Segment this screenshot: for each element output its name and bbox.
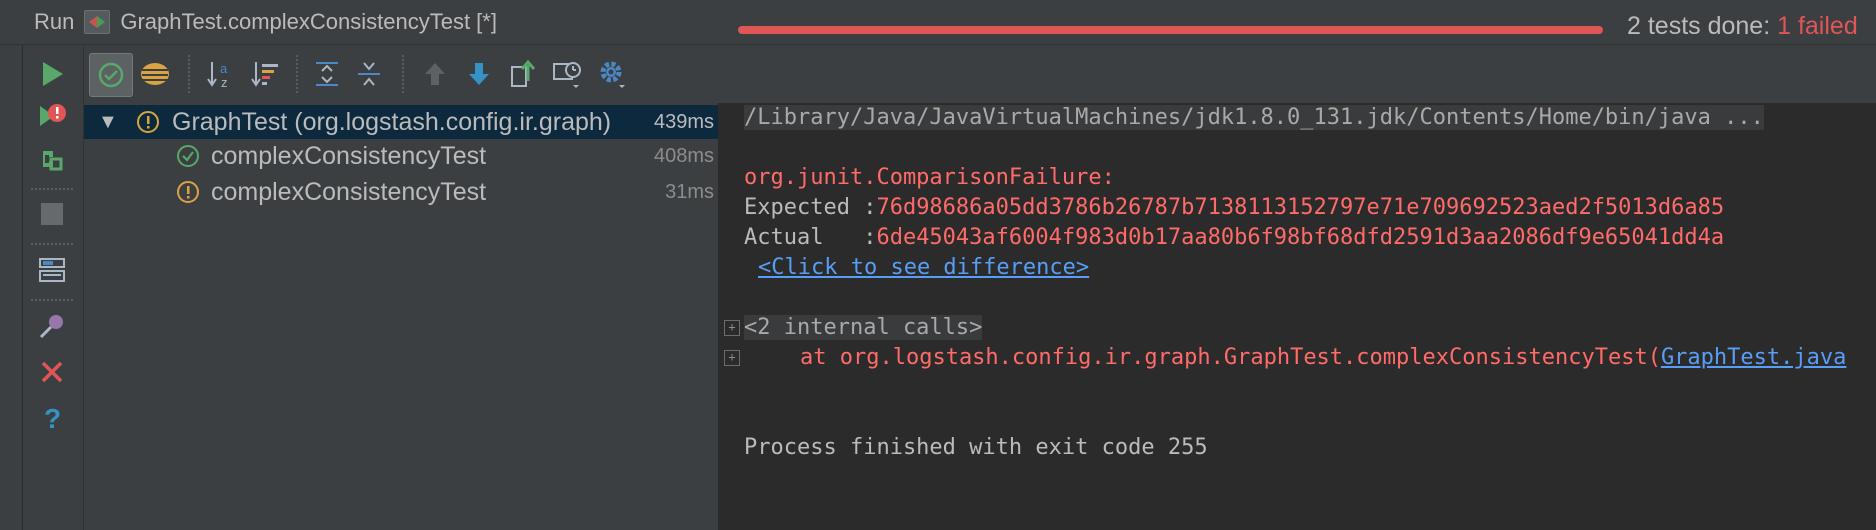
test-case-name: complexConsistencyTest (211, 177, 487, 206)
svg-text:?: ? (44, 403, 61, 433)
failure-class: org.junit.ComparisonFailure: (744, 165, 1115, 190)
stop-icon (41, 203, 63, 225)
internal-calls-fold[interactable]: <2 internal calls> (744, 315, 983, 340)
test-tree: ▼ GraphTest (org.logstash.config.ir.grap… (84, 103, 720, 530)
tests-done-text: 2 tests done: (1627, 12, 1778, 40)
test-duration: 408ms (653, 144, 714, 167)
export-icon (511, 59, 536, 87)
toggle-auto-test-button[interactable] (33, 141, 71, 179)
source-file-link[interactable]: GraphTest.java (1661, 345, 1846, 370)
warning-icon (137, 111, 159, 133)
console-output[interactable]: /Library/Java/JavaVirtualMachines/jdk1.8… (720, 103, 1876, 530)
run-configuration-tab[interactable]: GraphTest.complexConsistencyTest [*] (120, 9, 497, 35)
export-results-button[interactable] (502, 53, 544, 95)
sort-alphabetically-button[interactable]: a z (200, 53, 242, 95)
vertical-toolbar: ? (23, 45, 84, 530)
pin-tab-button[interactable] (33, 307, 71, 345)
fold-expand-icon[interactable]: + (724, 320, 740, 336)
stop-button[interactable] (33, 195, 71, 233)
expand-all-button[interactable] (306, 53, 348, 95)
settings-button[interactable] (592, 53, 634, 95)
test-duration: 31ms (665, 180, 714, 203)
actual-value: 6de45043af6004f983d0b17aa80b6f98bf68dfd2… (876, 225, 1725, 250)
arrow-down-icon (469, 63, 489, 85)
layout-icon (39, 258, 65, 282)
history-icon (553, 62, 581, 88)
toolbar-separator (188, 55, 190, 93)
collapse-all-icon (358, 62, 380, 86)
expected-value: 76d98686a05dd3786b26787b7138113152797e71… (876, 195, 1725, 220)
sort-duration-icon (251, 62, 278, 87)
test-runner-toolbar: a z (84, 45, 1876, 103)
toolbar-separator (31, 243, 73, 245)
exit-message: Process finished with exit code 255 (744, 435, 1208, 460)
play-icon (43, 62, 63, 86)
help-icon: ? (44, 403, 61, 433)
test-status-summary: 2 tests done: 1 failed (1627, 12, 1858, 41)
ignored-filter-icon (141, 63, 169, 85)
test-case-row[interactable]: complexConsistencyTest 408ms (84, 139, 718, 173)
svg-text:z: z (221, 75, 228, 90)
test-duration: 439ms (653, 110, 714, 133)
failed-count-text: 1 failed (1777, 12, 1858, 40)
passed-filter-icon (98, 62, 124, 88)
rerun-failed-icon (40, 104, 66, 126)
actual-label: Actual : (744, 225, 877, 250)
sort-by-duration-button[interactable] (244, 53, 286, 95)
test-case-name: complexConsistencyTest (211, 141, 487, 170)
toolbar-separator (31, 299, 73, 301)
toolbar-separator (31, 188, 73, 190)
passed-icon (177, 145, 199, 167)
collapse-all-button[interactable] (348, 53, 390, 95)
show-passed-button[interactable] (89, 53, 133, 97)
expected-line: Expected :76d98686a05dd3786b26787b713811… (744, 195, 1724, 220)
help-button[interactable]: ? (33, 399, 71, 437)
test-suite-row[interactable]: ▼ GraphTest (org.logstash.config.ir.grap… (84, 105, 718, 139)
diff-link-line: <Click to see difference> (758, 255, 1089, 280)
expand-arrow-icon[interactable]: ▼ (98, 111, 118, 134)
rerun-button[interactable] (33, 55, 71, 93)
test-case-row[interactable]: complexConsistencyTest 31ms (84, 175, 718, 209)
layout-button[interactable] (33, 251, 71, 289)
previous-failed-button[interactable] (414, 53, 456, 95)
auto-test-icon (43, 151, 63, 171)
expected-label: Expected : (744, 195, 877, 220)
toolbar-separator (402, 55, 404, 93)
svg-text:a: a (220, 61, 228, 76)
fold-expand-icon[interactable]: + (724, 350, 740, 366)
test-progress-bar (738, 26, 1603, 34)
gear-icon (600, 61, 625, 88)
toolbar-separator (296, 55, 298, 93)
arrow-up-icon (425, 63, 445, 85)
test-suite-name: GraphTest (org.logstash.config.ir.graph) (172, 107, 612, 136)
run-tool-window-header: Run GraphTest.complexConsistencyTest [*] (0, 0, 1876, 45)
warning-icon (177, 181, 199, 203)
command-line[interactable]: /Library/Java/JavaVirtualMachines/jdk1.8… (744, 105, 1764, 130)
see-difference-link[interactable]: <Click to see difference> (758, 255, 1089, 280)
close-icon (41, 361, 63, 383)
sort-alpha-icon: a z (207, 61, 228, 90)
close-button[interactable] (33, 353, 71, 391)
show-ignored-button[interactable] (134, 53, 176, 95)
run-label: Run (34, 9, 75, 34)
run-configuration-icon (84, 10, 111, 34)
pin-icon (39, 315, 63, 339)
expand-all-icon (316, 62, 338, 86)
stack-trace-line: at org.logstash.config.ir.graph.GraphTes… (800, 345, 1846, 370)
test-history-button[interactable] (546, 53, 588, 95)
rerun-failed-button[interactable] (33, 97, 71, 135)
actual-line: Actual :6de45043af6004f983d0b17aa80b6f98… (744, 225, 1724, 250)
next-failed-button[interactable] (458, 53, 500, 95)
left-gutter (0, 45, 23, 530)
stack-frame-text: at org.logstash.config.ir.graph.GraphTes… (800, 345, 1661, 370)
